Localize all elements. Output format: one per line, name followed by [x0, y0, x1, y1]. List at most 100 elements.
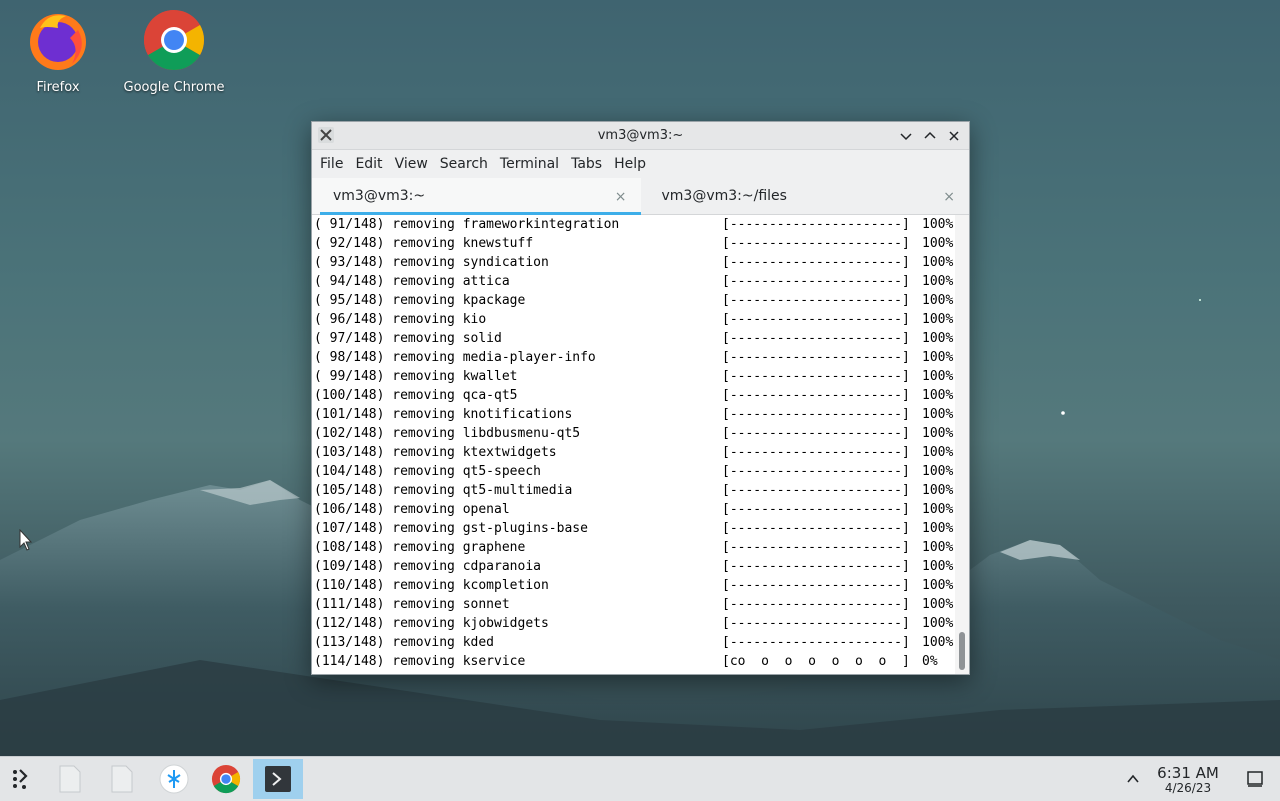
progress-percent: 100%	[922, 445, 954, 460]
taskbar: 6:31 AM 4/26/23	[0, 756, 1280, 801]
progress-percent: 100%	[922, 274, 954, 289]
file-icon	[111, 765, 133, 793]
terminal-line-text: ( 95/148) removing kpackage	[314, 293, 526, 308]
terminal-scrollbar[interactable]	[955, 215, 969, 674]
terminal-line-text: (104/148) removing qt5-speech	[314, 464, 541, 479]
terminal-line-text: ( 96/148) removing kio	[314, 312, 487, 327]
firefox-icon	[30, 14, 86, 70]
terminal-line: (101/148) removing knotifications [------…	[312, 405, 955, 424]
progress-bar-text: [----------------------]	[722, 236, 910, 251]
terminal-line-text: ( 93/148) removing syndication	[314, 255, 549, 270]
terminal-line: (109/148) removing cdparanoia [----------…	[312, 557, 955, 576]
desktop-icon-firefox[interactable]: Firefox	[3, 8, 113, 95]
taskbar-file-2[interactable]	[99, 759, 145, 799]
terminal-line: (112/148) removing kjobwidgets [---------…	[312, 614, 955, 633]
terminal-line-text: ( 94/148) removing attica	[314, 274, 510, 289]
taskbar-file-1[interactable]	[47, 759, 93, 799]
taskbar-discover[interactable]	[151, 759, 197, 799]
progress-bar-text: [----------------------]	[722, 407, 910, 422]
desktop-icon-google-chrome[interactable]: Google Chrome	[119, 8, 229, 95]
terminal-window[interactable]: vm3@vm3:~ File Edit View Search Terminal…	[311, 121, 970, 675]
terminal-line: (104/148) removing qt5-speech [----------…	[312, 462, 955, 481]
application-launcher-button[interactable]	[0, 759, 46, 799]
terminal-line: ( 99/148) removing kwallet [-------------…	[312, 367, 955, 386]
progress-percent: 100%	[922, 540, 954, 555]
desktop-icon-label: Firefox	[36, 80, 80, 95]
taskbar-terminal[interactable]	[253, 759, 303, 799]
tab-close-icon[interactable]: ×	[943, 189, 955, 205]
tab-home[interactable]: vm3@vm3:~ ×	[312, 178, 641, 215]
tab-close-icon[interactable]: ×	[615, 189, 627, 205]
scrollbar-thumb[interactable]	[959, 632, 965, 670]
window-titlebar[interactable]: vm3@vm3:~	[312, 122, 969, 150]
progress-percent: 100%	[922, 293, 954, 308]
progress-percent: 100%	[922, 559, 954, 574]
progress-percent: 0%	[922, 654, 938, 669]
terminal-line: (103/148) removing ktextwidgets [--------…	[312, 443, 955, 462]
progress-percent: 100%	[922, 502, 954, 517]
menu-search[interactable]: Search	[434, 156, 494, 172]
terminal-icon	[265, 766, 291, 792]
progress-bar-text: [----------------------]	[722, 293, 910, 308]
terminal-line: (105/148) removing qt5-multimedia [------…	[312, 481, 955, 500]
progress-percent: 100%	[922, 616, 954, 631]
terminal-line-text: (101/148) removing knotifications	[314, 407, 573, 422]
minimize-button[interactable]	[897, 127, 915, 145]
taskbar-google-chrome[interactable]	[203, 759, 249, 799]
terminal-line: (113/148) removing kded [----------------…	[312, 633, 955, 652]
menu-help[interactable]: Help	[608, 156, 652, 172]
terminal-line-text: (114/148) removing kservice	[314, 654, 526, 669]
progress-bar-text: [----------------------]	[722, 350, 910, 365]
progress-percent: 100%	[922, 236, 954, 251]
progress-bar-text: [----------------------]	[722, 217, 910, 232]
progress-bar-text: [----------------------]	[722, 255, 910, 270]
show-desktop-button[interactable]	[1232, 759, 1278, 799]
tab-files[interactable]: vm3@vm3:~/files ×	[641, 178, 970, 214]
terminal-line: (114/148) removing kservice [co o o o o o…	[312, 652, 955, 671]
digital-clock[interactable]: 6:31 AM 4/26/23	[1152, 765, 1224, 795]
progress-bar-text: [----------------------]	[722, 388, 910, 403]
menu-file[interactable]: File	[314, 156, 349, 172]
terminal-line: ( 95/148) removing kpackage [------------…	[312, 291, 955, 310]
menu-tabs[interactable]: Tabs	[565, 156, 608, 172]
close-window-button[interactable]	[945, 127, 963, 145]
terminal-line: (100/148) removing qca-qt5 [-------------…	[312, 386, 955, 405]
terminal-line-text: (103/148) removing ktextwidgets	[314, 445, 557, 460]
desktop-icon-label: Google Chrome	[123, 80, 225, 95]
chrome-icon	[211, 764, 241, 794]
terminal-line: (110/148) removing kcompletion [---------…	[312, 576, 955, 595]
progress-bar-text: [----------------------]	[722, 597, 910, 612]
terminal-line: (102/148) removing libdbusmenu-qt5 [-----…	[312, 424, 955, 443]
progress-percent: 100%	[922, 635, 954, 650]
terminal-output[interactable]: ( 91/148) removing frameworkintegration […	[312, 215, 955, 674]
progress-percent: 100%	[922, 597, 954, 612]
progress-percent: 100%	[922, 483, 954, 498]
terminal-line: (106/148) removing openal [--------------…	[312, 500, 955, 519]
terminal-line-text: (107/148) removing gst-plugins-base	[314, 521, 588, 536]
terminal-line: (108/148) removing graphene [------------…	[312, 538, 955, 557]
tab-bar: vm3@vm3:~ × vm3@vm3:~/files ×	[312, 178, 969, 215]
progress-bar-text: [----------------------]	[722, 464, 910, 479]
progress-bar-text: [----------------------]	[722, 483, 910, 498]
menubar: File Edit View Search Terminal Tabs Help	[312, 150, 969, 178]
terminal-line-text: (111/148) removing sonnet	[314, 597, 510, 612]
maximize-button[interactable]	[921, 127, 939, 145]
menu-edit[interactable]: Edit	[349, 156, 388, 172]
terminal-line-text: ( 98/148) removing media-player-info	[314, 350, 596, 365]
system-tray-expand-button[interactable]	[1110, 759, 1156, 799]
terminal-line-text: ( 91/148) removing frameworkintegration	[314, 217, 620, 232]
menu-view[interactable]: View	[389, 156, 434, 172]
terminal-line: ( 93/148) removing syndication [---------…	[312, 253, 955, 272]
terminal-line-text: (109/148) removing cdparanoia	[314, 559, 541, 574]
terminal-line: ( 96/148) removing kio [-----------------…	[312, 310, 955, 329]
progress-percent: 100%	[922, 578, 954, 593]
progress-percent: 100%	[922, 331, 954, 346]
menu-terminal[interactable]: Terminal	[494, 156, 565, 172]
progress-bar-text: [----------------------]	[722, 578, 910, 593]
terminal-line: ( 98/148) removing media-player-info [---…	[312, 348, 955, 367]
discover-icon	[159, 764, 189, 794]
terminal-line: ( 97/148) removing solid [---------------…	[312, 329, 955, 348]
terminal-line-text: (102/148) removing libdbusmenu-qt5	[314, 426, 581, 441]
progress-percent: 100%	[922, 426, 954, 441]
launcher-icon	[13, 769, 28, 789]
